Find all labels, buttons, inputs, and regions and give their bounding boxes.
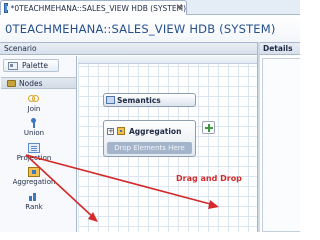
aggregation-node[interactable]: + Aggregation Drop Elements Here <box>103 120 196 157</box>
close-icon[interactable]: ✕ <box>175 2 183 14</box>
details-header: Details <box>260 42 300 55</box>
scenario-header: Scenario <box>0 42 257 55</box>
semantics-icon <box>106 96 115 104</box>
add-node-button[interactable] <box>202 121 215 134</box>
palette-node-label: Join <box>27 105 41 113</box>
drop-zone[interactable]: Drop Elements Here <box>107 142 192 154</box>
palette-label: Palette <box>22 61 48 70</box>
projection-icon <box>28 143 40 153</box>
semantics-node[interactable]: Semantics <box>103 93 196 107</box>
palette-node-rank[interactable]: Rank <box>12 192 56 211</box>
nodes-folder-label: Nodes <box>19 78 43 88</box>
palette-node-union[interactable]: Union <box>12 118 56 137</box>
view-title-bar: 0TEACHMEHANA::SALES_VIEW HDB (SYSTEM) <box>0 16 300 42</box>
details-content <box>262 58 300 232</box>
details-label: Details <box>263 44 293 53</box>
palette-node-label: Aggregation <box>12 178 56 186</box>
palette-node-label: Rank <box>25 203 43 211</box>
calculation-view-icon <box>4 3 11 13</box>
editor-tab[interactable]: *0TEACHMEHANA::SALES_VIEW HDB (SYSTEM) ✕ <box>0 0 187 15</box>
canvas-toolbar <box>78 56 257 64</box>
page-title: 0TEACHMEHANA::SALES_VIEW HDB (SYSTEM) <box>5 22 276 36</box>
aggregation-icon <box>28 167 40 177</box>
palette-icon <box>8 61 18 70</box>
folder-icon <box>7 79 16 87</box>
expand-icon[interactable]: + <box>107 127 114 135</box>
aggregation-icon <box>117 127 125 135</box>
drop-zone-label: Drop Elements Here <box>114 144 185 152</box>
nodes-folder[interactable]: Nodes <box>1 77 76 89</box>
rank-icon <box>28 192 40 202</box>
semantics-label: Semantics <box>117 95 161 105</box>
palette-button[interactable]: Palette <box>3 59 59 72</box>
palette-node-join[interactable]: Join <box>12 94 56 113</box>
editor-tab-strip: *0TEACHMEHANA::SALES_VIEW HDB (SYSTEM) ✕ <box>0 0 300 15</box>
aggregation-node-label: Aggregation <box>129 126 182 136</box>
palette-panel: Palette Nodes Join Union Projection Aggr… <box>0 56 77 232</box>
palette-node-label: Projection <box>16 154 52 162</box>
palette-node-projection[interactable]: Projection <box>12 143 56 162</box>
scenario-label: Scenario <box>4 44 37 53</box>
drag-and-drop-annotation: Drag and Drop <box>176 174 242 183</box>
editor-tab-title: *0TEACHMEHANA::SALES_VIEW HDB (SYSTEM) <box>10 3 186 13</box>
union-icon <box>28 118 40 128</box>
palette-node-label: Union <box>23 129 45 137</box>
palette-node-aggregation[interactable]: Aggregation <box>12 167 56 186</box>
join-icon <box>28 94 40 104</box>
